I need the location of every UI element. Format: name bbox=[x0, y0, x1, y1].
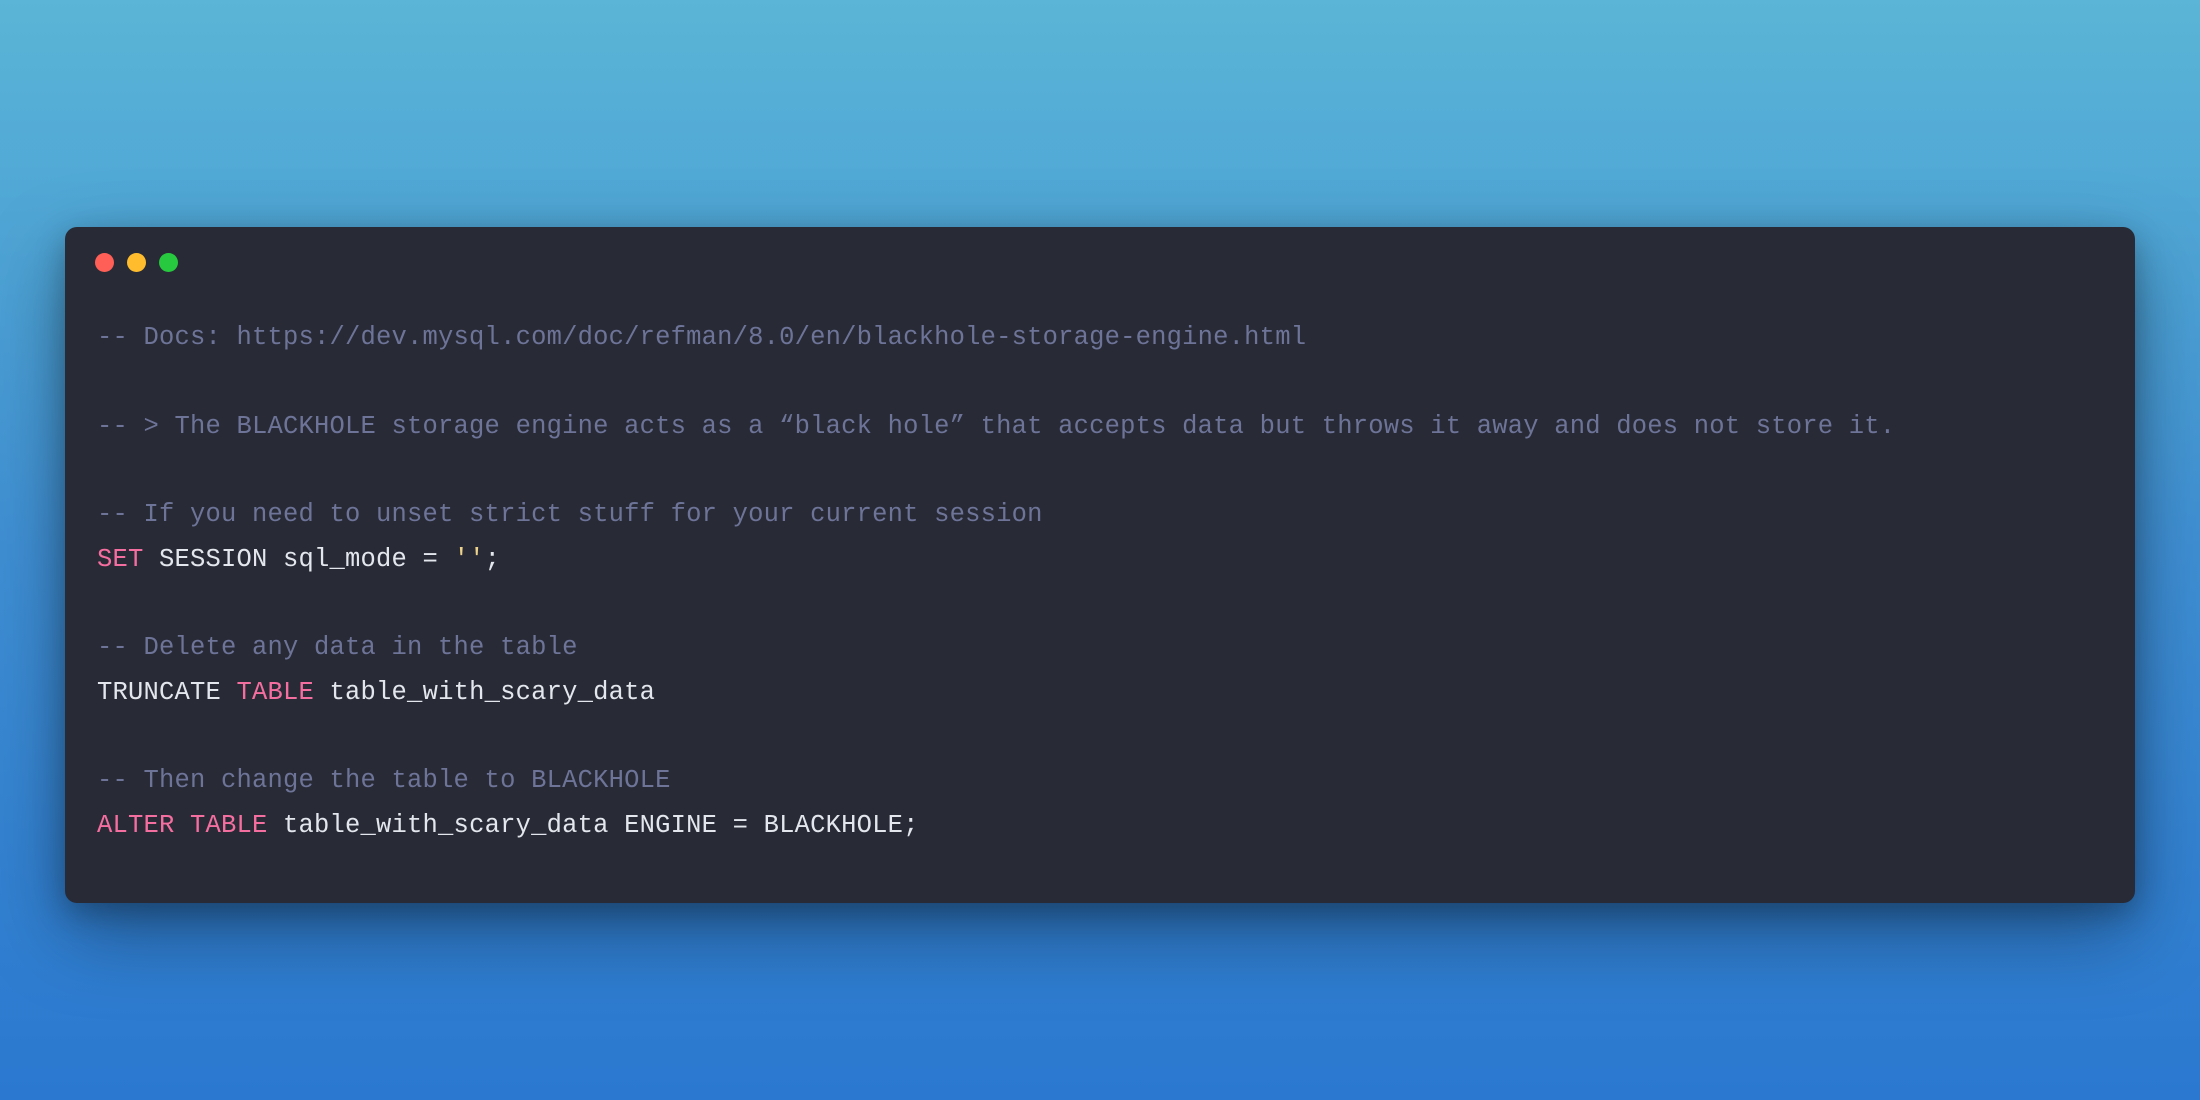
code-token-comment: -- > The BLACKHOLE storage engine acts a… bbox=[97, 412, 1895, 441]
code-token-comment: -- If you need to unset strict stuff for… bbox=[97, 500, 1043, 529]
code-token-keyword-pink: SET bbox=[97, 545, 144, 574]
code-token-plain: TRUNCATE bbox=[97, 678, 237, 707]
code-token-plain: table_with_scary_data ENGINE = BLACKHOLE… bbox=[268, 811, 919, 840]
code-block: -- Docs: https://dev.mysql.com/doc/refma… bbox=[65, 282, 2135, 848]
code-window: -- Docs: https://dev.mysql.com/doc/refma… bbox=[65, 227, 2135, 903]
minimize-icon[interactable] bbox=[127, 253, 146, 272]
zoom-icon[interactable] bbox=[159, 253, 178, 272]
code-token-plain: ; bbox=[485, 545, 501, 574]
code-token-plain: table_with_scary_data bbox=[314, 678, 655, 707]
code-token-string: '' bbox=[454, 545, 485, 574]
close-icon[interactable] bbox=[95, 253, 114, 272]
code-token-keyword-pink: ALTER TABLE bbox=[97, 811, 268, 840]
code-token-plain: SESSION sql_mode = bbox=[144, 545, 454, 574]
code-token-comment: -- Then change the table to BLACKHOLE bbox=[97, 766, 671, 795]
code-token-comment: -- Docs: https://dev.mysql.com/doc/refma… bbox=[97, 323, 1306, 352]
window-titlebar bbox=[65, 227, 2135, 282]
code-token-comment: -- Delete any data in the table bbox=[97, 633, 578, 662]
code-token-keyword-pink: TABLE bbox=[237, 678, 315, 707]
